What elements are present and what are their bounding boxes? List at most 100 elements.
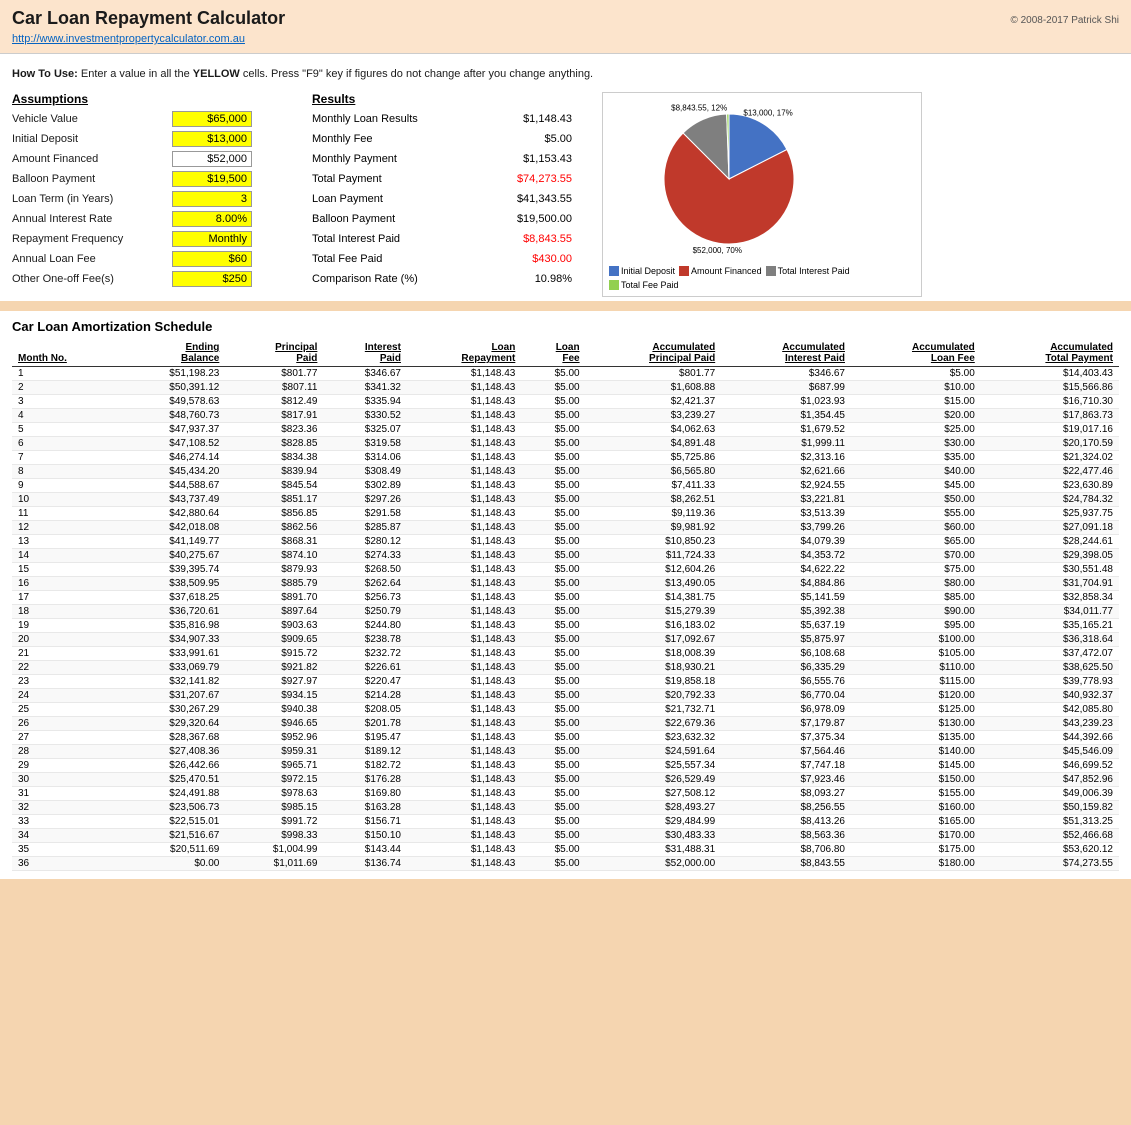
table-cell: $3,221.81	[721, 493, 851, 507]
table-cell: $20,170.59	[981, 437, 1119, 451]
assumption-value[interactable]: $13,000	[172, 131, 252, 147]
table-cell: $22,477.46	[981, 465, 1119, 479]
copyright: © 2008-2017 Patrick Shi	[1010, 15, 1119, 26]
table-cell: $8,413.26	[721, 815, 851, 829]
table-cell: $29,484.99	[586, 815, 722, 829]
table-cell: $909.65	[225, 633, 323, 647]
table-cell: $15.00	[851, 395, 981, 409]
table-cell: $341.32	[323, 381, 407, 395]
table-cell: $226.61	[323, 661, 407, 675]
table-cell: $20.00	[851, 409, 981, 423]
table-cell: $13,490.05	[586, 577, 722, 591]
table-cell: $972.15	[225, 773, 323, 787]
table-cell: $40.00	[851, 465, 981, 479]
result-row: Balloon Payment$19,500.00	[312, 210, 582, 228]
table-cell: $7,923.46	[721, 773, 851, 787]
table-cell: $42,018.08	[118, 521, 226, 535]
table-cell: $214.28	[323, 689, 407, 703]
table-cell: $5.00	[521, 815, 585, 829]
table-cell: $5.00	[521, 689, 585, 703]
assumption-value[interactable]: $19,500	[172, 171, 252, 187]
table-cell: $156.71	[323, 815, 407, 829]
table-cell: $839.94	[225, 465, 323, 479]
table-cell: $5.00	[521, 675, 585, 689]
assumption-value[interactable]: 3	[172, 191, 252, 207]
table-cell: $145.00	[851, 759, 981, 773]
assumption-value[interactable]: $60	[172, 251, 252, 267]
table-cell: $1,148.43	[407, 465, 521, 479]
assumption-label: Vehicle Value	[12, 113, 172, 125]
table-cell: $175.00	[851, 843, 981, 857]
table-cell: 22	[12, 661, 118, 675]
website-url[interactable]: http://www.investmentpropertycalculator.…	[12, 33, 245, 45]
table-cell: $4,884.86	[721, 577, 851, 591]
table-cell: $1,148.43	[407, 829, 521, 843]
table-cell: $845.54	[225, 479, 323, 493]
table-cell: $182.72	[323, 759, 407, 773]
result-value: $5.00	[492, 133, 572, 145]
table-cell: $31,488.31	[586, 843, 722, 857]
result-row: Total Interest Paid$8,843.55	[312, 230, 582, 248]
table-cell: $105.00	[851, 647, 981, 661]
table-cell: $1,148.43	[407, 745, 521, 759]
assumption-value[interactable]: $250	[172, 271, 252, 287]
table-cell: $915.72	[225, 647, 323, 661]
table-cell: $1,148.43	[407, 535, 521, 549]
table-cell: $5.00	[851, 367, 981, 381]
result-label: Monthly Payment	[312, 153, 492, 165]
table-cell: $330.52	[323, 409, 407, 423]
table-cell: $5.00	[521, 409, 585, 423]
table-cell: $18,930.21	[586, 661, 722, 675]
table-cell: $250.79	[323, 605, 407, 619]
table-cell: $195.47	[323, 731, 407, 745]
table-cell: $26,442.66	[118, 759, 226, 773]
table-cell: $5.00	[521, 577, 585, 591]
table-cell: $28,367.68	[118, 731, 226, 745]
table-row: 29$26,442.66$965.71$182.72$1,148.43$5.00…	[12, 759, 1119, 773]
assumption-value[interactable]: $65,000	[172, 111, 252, 127]
assumption-row: Amount Financed$52,000	[12, 150, 292, 168]
result-row: Total Fee Paid$430.00	[312, 250, 582, 268]
table-cell: 30	[12, 773, 118, 787]
table-cell: $29,320.64	[118, 717, 226, 731]
assumption-value[interactable]: Monthly	[172, 231, 252, 247]
table-cell: $47,852.96	[981, 773, 1119, 787]
table-row: 16$38,509.95$885.79$262.64$1,148.43$5.00…	[12, 577, 1119, 591]
table-cell: $823.36	[225, 423, 323, 437]
result-value: $8,843.55	[492, 233, 572, 245]
table-cell: $47,937.37	[118, 423, 226, 437]
table-cell: $208.05	[323, 703, 407, 717]
table-cell: $5.00	[521, 507, 585, 521]
table-cell: $1,148.43	[407, 451, 521, 465]
result-label: Total Interest Paid	[312, 233, 492, 245]
assumption-label: Annual Loan Fee	[12, 253, 172, 265]
table-cell: $32,858.34	[981, 591, 1119, 605]
table-cell: 16	[12, 577, 118, 591]
legend-label: Total Interest Paid	[778, 266, 850, 276]
table-cell: 3	[12, 395, 118, 409]
table-cell: $262.64	[323, 577, 407, 591]
table-cell: $1,354.45	[721, 409, 851, 423]
assumption-value[interactable]: 8.00%	[172, 211, 252, 227]
table-cell: $5.00	[521, 773, 585, 787]
table-cell: $35.00	[851, 451, 981, 465]
assumption-label: Initial Deposit	[12, 133, 172, 145]
table-cell: $21,324.02	[981, 451, 1119, 465]
table-cell: $0.00	[118, 857, 226, 871]
table-cell: $7,179.87	[721, 717, 851, 731]
table-cell: $801.77	[586, 367, 722, 381]
table-cell: $36,720.61	[118, 605, 226, 619]
table-cell: $95.00	[851, 619, 981, 633]
table-cell: $5.00	[521, 381, 585, 395]
table-cell: $1,148.43	[407, 395, 521, 409]
table-cell: $5.00	[521, 605, 585, 619]
table-cell: $297.26	[323, 493, 407, 507]
table-cell: $35,816.98	[118, 619, 226, 633]
table-cell: $7,411.33	[586, 479, 722, 493]
table-cell: $65.00	[851, 535, 981, 549]
table-cell: 18	[12, 605, 118, 619]
table-cell: $952.96	[225, 731, 323, 745]
legend-item: Amount Financed	[679, 266, 762, 276]
table-row: 25$30,267.29$940.38$208.05$1,148.43$5.00…	[12, 703, 1119, 717]
table-cell: $27,408.36	[118, 745, 226, 759]
